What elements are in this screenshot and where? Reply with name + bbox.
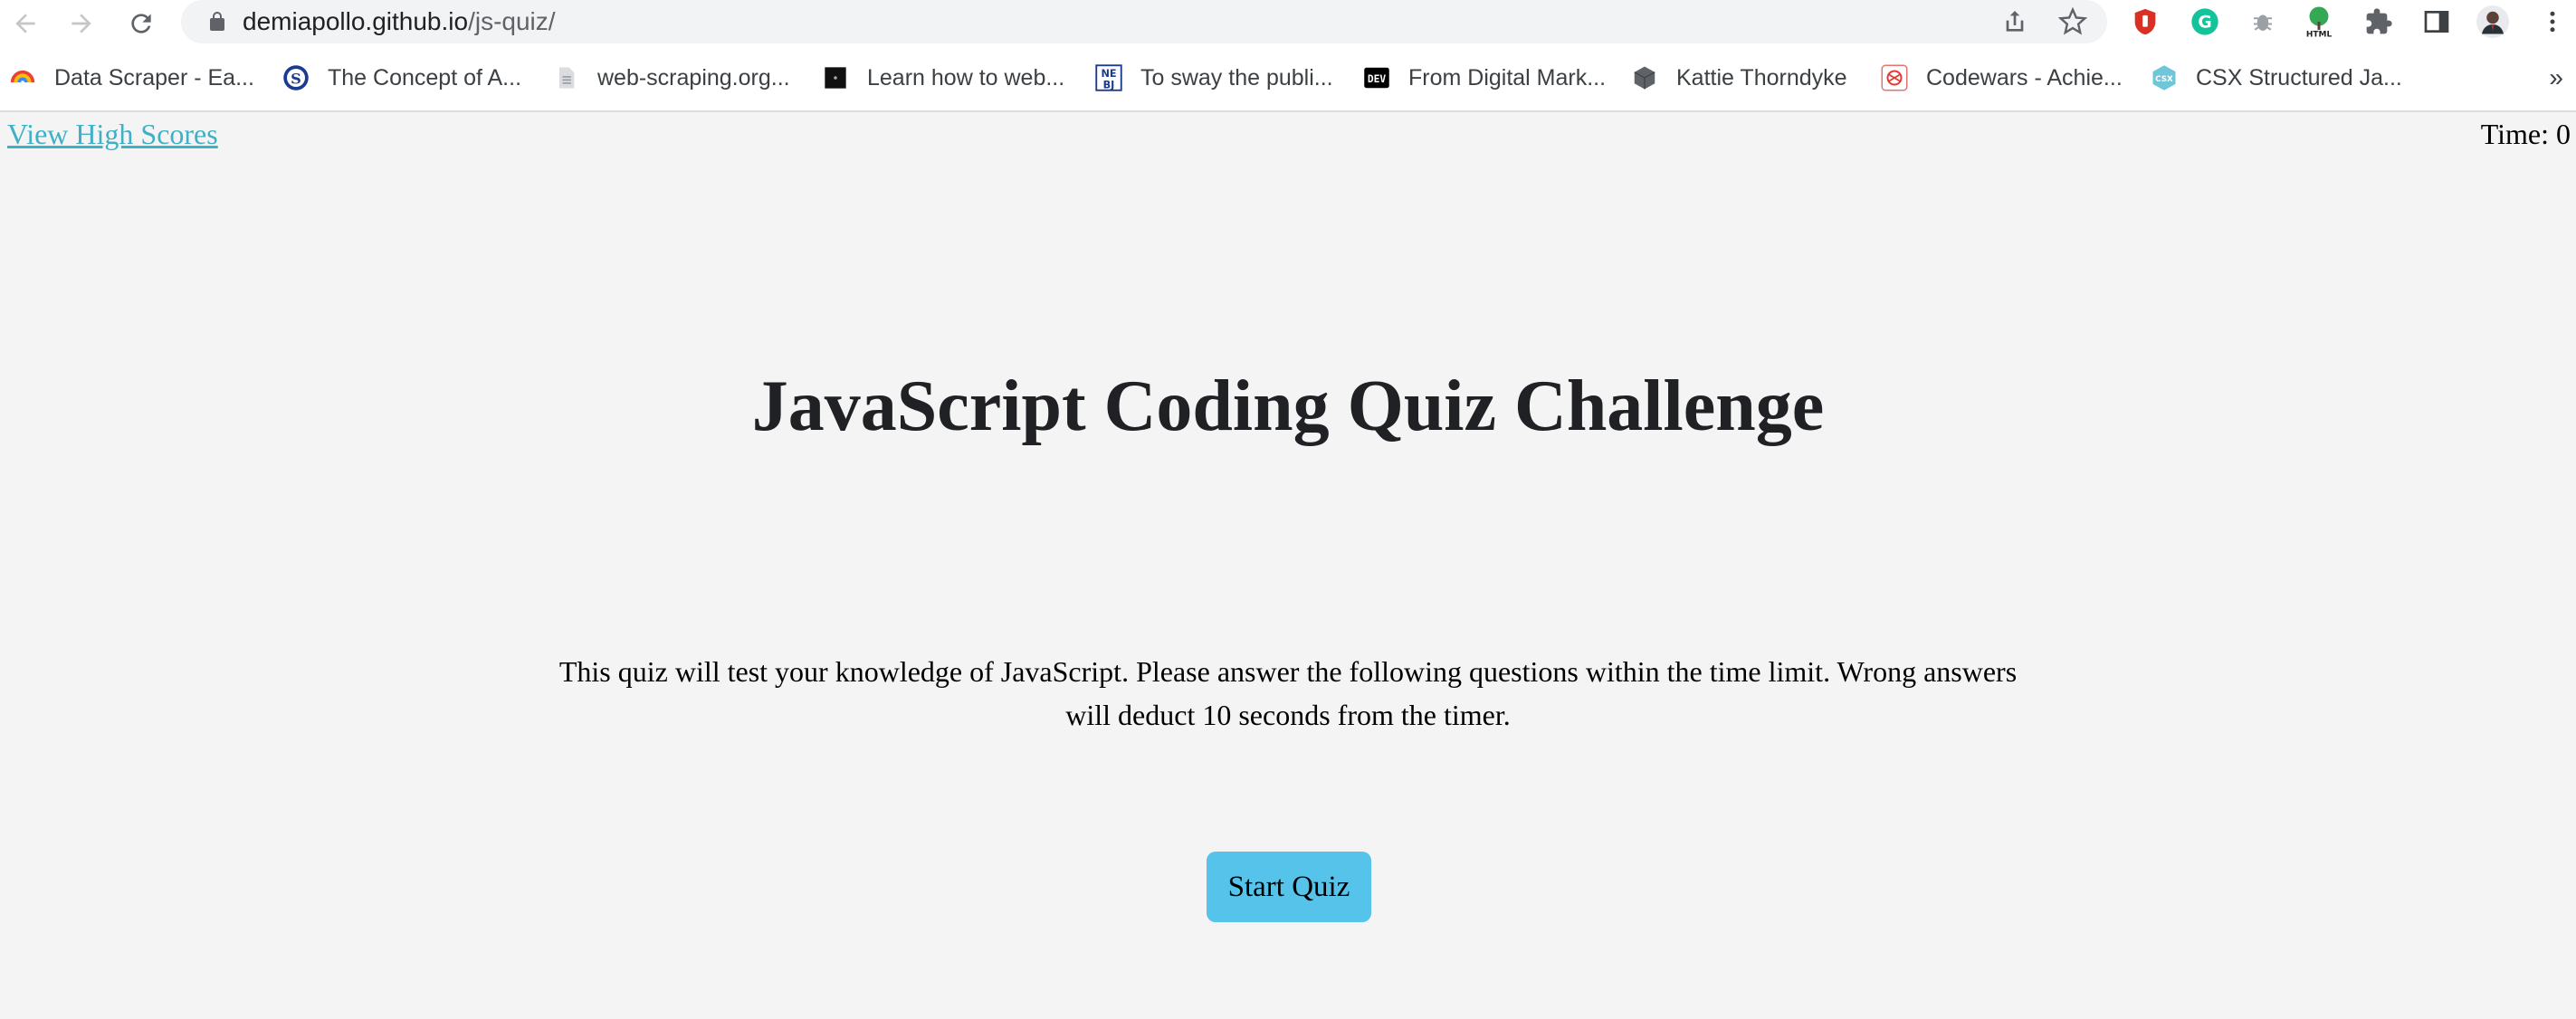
- svg-text:NE: NE: [1101, 68, 1116, 80]
- url-text[interactable]: demiapollo.github.io/js-quiz/: [243, 9, 556, 34]
- kebab-menu-icon[interactable]: [2536, 5, 2569, 38]
- bookmarks-bar: Data Scraper - Ea... S The Concept of A.…: [0, 45, 2576, 112]
- data-scraper-icon: [9, 64, 36, 91]
- view-high-scores-link[interactable]: View High Scores: [7, 118, 218, 151]
- bookmark-kattie[interactable]: Kattie Thorndyke: [1631, 62, 1847, 94]
- bug-icon[interactable]: [2247, 5, 2279, 38]
- forward-arrow-icon[interactable]: [63, 5, 100, 42]
- dev-icon: DEV: [1363, 64, 1390, 91]
- url-path: /js-quiz/: [468, 7, 556, 35]
- nbj-icon: NE BJ: [1095, 64, 1122, 91]
- s-circle-icon: S: [282, 64, 310, 91]
- page-title: JavaScript Coding Quiz Challenge: [751, 367, 1825, 446]
- bookmark-learn-web[interactable]: Learn how to web...: [822, 62, 1064, 94]
- bookmark-label: Codewars - Achie...: [1926, 64, 2123, 90]
- bookmark-label: Kattie Thorndyke: [1676, 64, 1847, 90]
- svg-text:S: S: [291, 70, 301, 87]
- quiz-description: This quiz will test your knowledge of Ja…: [558, 655, 2018, 731]
- url-host: demiapollo.github.io: [243, 7, 469, 35]
- profile-avatar-icon[interactable]: [2476, 5, 2509, 38]
- bookmark-digital-mark[interactable]: DEV From Digital Mark...: [1363, 62, 1606, 94]
- grammarly-icon[interactable]: G: [2189, 5, 2221, 38]
- bookmark-label: CSX Structured Ja...: [2196, 64, 2402, 90]
- bookmark-star-icon[interactable]: [2058, 7, 2087, 36]
- html-tree-icon[interactable]: HTML: [2303, 5, 2335, 38]
- bookmark-label: From Digital Mark...: [1408, 64, 1607, 90]
- share-icon[interactable]: [2000, 7, 2029, 36]
- address-bar[interactable]: demiapollo.github.io/js-quiz/: [181, 0, 2107, 43]
- bookmark-label: To sway the publi...: [1140, 64, 1333, 90]
- side-panel-icon[interactable]: [2420, 5, 2453, 38]
- cube-icon: [1631, 64, 1658, 91]
- bookmark-web-scraping[interactable]: web-scraping.org...: [552, 62, 790, 94]
- bookmark-data-scraper[interactable]: Data Scraper - Ea...: [9, 62, 254, 94]
- timer-display: Time: 0: [2480, 118, 2571, 150]
- puzzle-icon[interactable]: [2362, 5, 2395, 38]
- bookmark-label: web-scraping.org...: [597, 64, 790, 90]
- bookmarks-overflow-button[interactable]: »: [2549, 63, 2563, 92]
- bookmark-concept[interactable]: S The Concept of A...: [282, 62, 521, 94]
- svg-text:DEV: DEV: [1368, 73, 1387, 85]
- svg-text:CSX: CSX: [2155, 75, 2173, 84]
- page-content: View High Scores Time: 0 JavaScript Codi…: [0, 112, 2576, 1019]
- bookmark-sway-public[interactable]: NE BJ To sway the publi...: [1095, 62, 1333, 94]
- lock-icon[interactable]: [206, 11, 228, 33]
- start-quiz-button[interactable]: Start Quiz: [1207, 852, 1371, 922]
- svg-text:HTML: HTML: [2306, 31, 2333, 39]
- svg-text:G: G: [2198, 14, 2211, 33]
- bookmark-label: The Concept of A...: [328, 64, 522, 90]
- bookmark-label: Learn how to web...: [867, 64, 1065, 90]
- ublock-icon[interactable]: [2129, 5, 2161, 38]
- back-arrow-icon[interactable]: [7, 5, 43, 42]
- svg-text:BJ: BJ: [1103, 79, 1115, 90]
- bookmark-csx[interactable]: CSX CSX Structured Ja...: [2151, 62, 2402, 94]
- terminal-icon: [822, 64, 849, 91]
- bookmark-codewars[interactable]: Codewars - Achie...: [1881, 62, 2123, 94]
- csx-icon: CSX: [2151, 64, 2178, 91]
- bookmark-label: Data Scraper - Ea...: [54, 64, 254, 90]
- reload-icon[interactable]: [123, 5, 159, 42]
- codewars-icon: [1881, 64, 1908, 91]
- document-icon: [552, 64, 579, 91]
- browser-toolbar: demiapollo.github.io/js-quiz/ G HTML: [0, 0, 2576, 45]
